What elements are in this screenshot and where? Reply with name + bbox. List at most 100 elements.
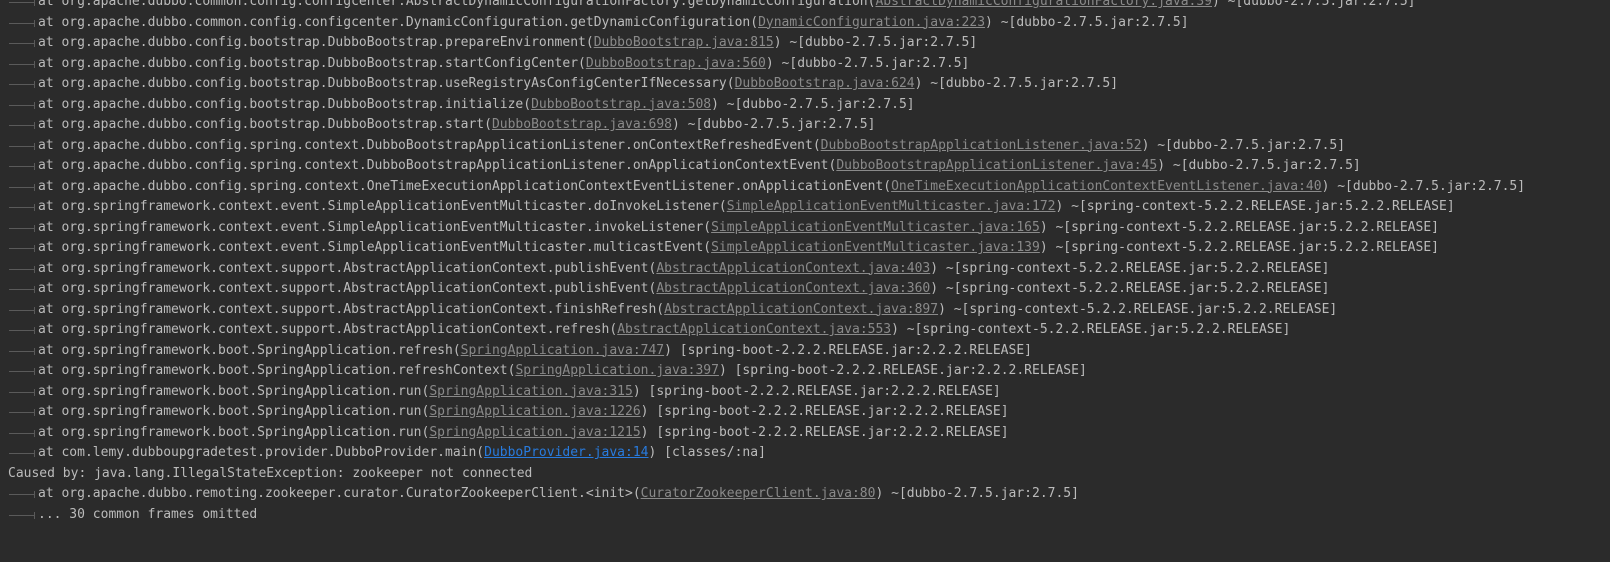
- source-file-link[interactable]: AbstractApplicationContext.java:360: [656, 281, 930, 296]
- stack-frame-line: at org.springframework.context.support.A…: [8, 259, 1610, 280]
- stack-frame-line: at org.apache.dubbo.config.spring.contex…: [8, 156, 1610, 177]
- stack-frame-line: at org.springframework.context.support.A…: [8, 300, 1610, 321]
- frame-method: at org.springframework.context.event.Sim…: [38, 199, 727, 214]
- frame-library: ) [classes/:na]: [648, 445, 766, 460]
- tab-arrow-icon: [8, 279, 38, 299]
- frame-library: ) ~[dubbo-2.7.5.jar:2.7.5]: [671, 117, 876, 132]
- frame-method: at org.springframework.context.support.A…: [38, 322, 618, 337]
- frame-method: at org.apache.dubbo.config.spring.contex…: [38, 178, 892, 194]
- tab-arrow-icon: [8, 54, 38, 74]
- frame-library: ) ~[spring-context-5.2.2.RELEASE.jar:5.2…: [1055, 199, 1455, 214]
- tab-arrow-icon: [8, 197, 38, 217]
- source-file-link[interactable]: AbstractDynamicConfigurationFactory.java…: [875, 0, 1212, 9]
- tab-arrow-icon: [8, 443, 38, 463]
- stack-frame-line: at org.springframework.boot.SpringApplic…: [8, 382, 1610, 403]
- stack-frame-line: at org.apache.dubbo.common.config.config…: [8, 0, 1610, 13]
- frame-method: at org.apache.dubbo.common.config.config…: [38, 14, 759, 30]
- source-file-link[interactable]: SpringApplication.java:1215: [429, 425, 640, 440]
- stack-frame-line: at org.apache.dubbo.config.bootstrap.Dub…: [8, 74, 1610, 95]
- source-file-link[interactable]: DynamicConfiguration.java:223: [758, 15, 985, 30]
- tab-arrow-icon: [8, 320, 38, 340]
- frame-library: ) [spring-boot-2.2.2.RELEASE.jar:2.2.2.R…: [718, 363, 1087, 378]
- frame-library: ) ~[spring-context-5.2.2.RELEASE.jar:5.2…: [930, 260, 1330, 276]
- source-file-link[interactable]: SpringApplication.java:397: [515, 363, 719, 378]
- source-file-link[interactable]: SpringApplication.java:1226: [429, 404, 640, 419]
- frame-library: ) ~[spring-context-5.2.2.RELEASE.jar:5.2…: [930, 281, 1330, 296]
- stack-frame-line: at org.springframework.context.event.Sim…: [8, 238, 1610, 259]
- source-file-link[interactable]: DubboBootstrap.java:815: [594, 35, 774, 50]
- frame-method: at org.apache.dubbo.common.config.config…: [38, 0, 876, 9]
- frame-library: ) ~[dubbo-2.7.5.jar:2.7.5]: [1141, 137, 1346, 153]
- caused-by-line: Caused by: java.lang.IllegalStateExcepti…: [8, 465, 533, 481]
- stack-frame-line: at org.springframework.boot.SpringApplic…: [8, 423, 1610, 444]
- frame-library: ) ~[dubbo-2.7.5.jar:2.7.5]: [765, 55, 970, 71]
- tab-arrow-icon: [8, 505, 38, 525]
- source-file-link[interactable]: DubboBootstrap.java:698: [492, 117, 672, 132]
- frame-library: ) ~[dubbo-2.7.5.jar:2.7.5]: [985, 14, 1189, 30]
- tab-arrow-icon: [8, 0, 38, 12]
- frame-method: at org.springframework.boot.SpringApplic…: [38, 424, 430, 440]
- source-file-link[interactable]: DubboBootstrap.java:508: [531, 97, 711, 112]
- frame-method: at org.apache.dubbo.remoting.zookeeper.c…: [38, 486, 641, 501]
- tab-arrow-icon: [8, 13, 38, 33]
- frame-library: ) ~[spring-context-5.2.2.RELEASE.jar:5.2…: [938, 301, 1338, 317]
- frame-method: at org.springframework.context.support.A…: [38, 281, 657, 296]
- frame-method: at org.apache.dubbo.config.bootstrap.Dub…: [38, 35, 594, 50]
- frame-library: ) [spring-boot-2.2.2.RELEASE.jar:2.2.2.R…: [640, 424, 1009, 440]
- source-file-link[interactable]: CuratorZookeeperClient.java:80: [641, 486, 876, 501]
- tab-arrow-icon: [8, 136, 38, 156]
- tab-arrow-icon: [8, 300, 38, 320]
- source-file-link[interactable]: DubboBootstrap.java:560: [586, 56, 766, 71]
- stack-frame-line: at org.apache.dubbo.config.bootstrap.Dub…: [8, 33, 1610, 54]
- frame-method: at org.springframework.boot.SpringApplic…: [38, 383, 430, 399]
- frame-library: ) ~[spring-context-5.2.2.RELEASE.jar:5.2…: [891, 322, 1291, 337]
- tab-arrow-icon: [8, 402, 38, 422]
- stack-frame-line: at org.apache.dubbo.config.spring.contex…: [8, 136, 1610, 157]
- frame-library: ) ~[dubbo-2.7.5.jar:2.7.5]: [711, 96, 915, 112]
- console-output[interactable]: at org.apache.dubbo.common.config.config…: [0, 0, 1610, 554]
- frame-library: ) [spring-boot-2.2.2.RELEASE.jar:2.2.2.R…: [664, 342, 1032, 358]
- frame-method: at com.lemy.dubboupgradetest.provider.Du…: [38, 445, 485, 460]
- stack-frame-line: at org.springframework.context.event.Sim…: [8, 197, 1610, 218]
- tab-arrow-icon: [8, 382, 38, 402]
- stack-frame-line: at org.springframework.boot.SpringApplic…: [8, 361, 1610, 382]
- source-file-link[interactable]: OneTimeExecutionApplicationContextEventL…: [891, 179, 1321, 194]
- tab-arrow-icon: [8, 115, 38, 135]
- tab-arrow-icon: [8, 156, 38, 176]
- source-file-link[interactable]: DubboBootstrapApplicationListener.java:4…: [836, 158, 1157, 173]
- source-file-link[interactable]: AbstractApplicationContext.java:403: [656, 261, 930, 276]
- frame-method: at org.springframework.boot.SpringApplic…: [38, 404, 430, 419]
- frame-library: ) ~[dubbo-2.7.5.jar:2.7.5]: [914, 76, 1119, 91]
- source-file-link[interactable]: AbstractApplicationContext.java:897: [664, 302, 938, 317]
- source-file-link[interactable]: SimpleApplicationEventMulticaster.java:1…: [711, 240, 1040, 255]
- tab-arrow-icon: [8, 484, 38, 504]
- frame-library: ) ~[dubbo-2.7.5.jar:2.7.5]: [1321, 178, 1526, 194]
- frame-library: ) [spring-boot-2.2.2.RELEASE.jar:2.2.2.R…: [632, 383, 1001, 399]
- tab-arrow-icon: [8, 361, 38, 381]
- source-file-link[interactable]: DubboBootstrap.java:624: [735, 76, 915, 91]
- stack-frame-line: at org.apache.dubbo.config.bootstrap.Dub…: [8, 95, 1610, 116]
- frame-library: ) ~[dubbo-2.7.5.jar:2.7.5]: [773, 35, 978, 50]
- stack-frame-line: at org.springframework.context.event.Sim…: [8, 218, 1610, 239]
- tab-arrow-icon: [8, 259, 38, 279]
- stack-frame-line: at org.springframework.boot.SpringApplic…: [8, 402, 1610, 423]
- tab-arrow-icon: [8, 341, 38, 361]
- stack-frame-line: at org.apache.dubbo.common.config.config…: [8, 13, 1610, 34]
- source-file-link[interactable]: SpringApplication.java:315: [429, 384, 633, 399]
- source-file-link[interactable]: AbstractApplicationContext.java:553: [617, 322, 891, 337]
- stack-frame-line: at org.springframework.context.support.A…: [8, 320, 1610, 341]
- frame-method: at org.springframework.context.event.Sim…: [38, 240, 712, 255]
- frame-library: ) ~[spring-context-5.2.2.RELEASE.jar:5.2…: [1039, 219, 1439, 235]
- stack-frame-line: at org.apache.dubbo.config.spring.contex…: [8, 177, 1610, 198]
- source-file-link[interactable]: DubboBootstrapApplicationListener.java:5…: [821, 138, 1142, 153]
- frame-library: ) ~[dubbo-2.7.5.jar:2.7.5]: [1157, 158, 1361, 173]
- source-file-link[interactable]: SimpleApplicationEventMulticaster.java:1…: [711, 220, 1040, 235]
- frame-method: at org.springframework.context.event.Sim…: [38, 219, 712, 235]
- stack-frame-line: at org.apache.dubbo.config.bootstrap.Dub…: [8, 54, 1610, 75]
- source-file-link[interactable]: DubboProvider.java:14: [484, 445, 648, 460]
- source-file-link[interactable]: SimpleApplicationEventMulticaster.java:1…: [727, 199, 1056, 214]
- source-file-link[interactable]: SpringApplication.java:747: [461, 343, 665, 358]
- frame-method: at org.apache.dubbo.config.bootstrap.Dub…: [38, 76, 735, 91]
- tab-arrow-icon: [8, 238, 38, 258]
- frame-method: at org.apache.dubbo.config.spring.contex…: [38, 158, 837, 173]
